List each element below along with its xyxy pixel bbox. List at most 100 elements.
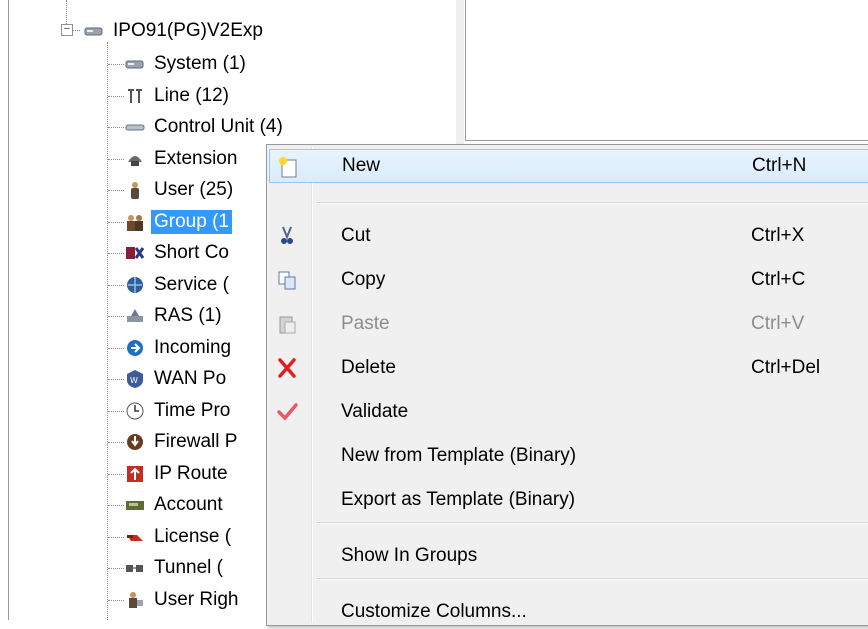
tree-item[interactable]: Group (1 bbox=[125, 207, 232, 237]
incoming-icon bbox=[125, 338, 145, 358]
tree-item[interactable]: System (1) bbox=[125, 49, 249, 79]
tree-branch-line bbox=[108, 284, 124, 286]
tree-branch-line bbox=[108, 253, 124, 254]
group-icon bbox=[125, 212, 145, 232]
menu-item-customize-columns[interactable]: Customize Columns... bbox=[269, 595, 868, 629]
tree-root-branch bbox=[72, 30, 80, 31]
ras-icon bbox=[125, 306, 145, 326]
menu-item-copy[interactable]: Copy Ctrl+C bbox=[269, 263, 868, 297]
menu-item-paste[interactable]: Paste Ctrl+V bbox=[269, 307, 868, 341]
license-icon bbox=[125, 527, 145, 547]
account-icon bbox=[125, 495, 145, 515]
wan-port-icon: W bbox=[125, 369, 145, 389]
menu-item-shortcut: Ctrl+V bbox=[751, 313, 805, 334]
tree-item[interactable]: Firewall P bbox=[125, 427, 240, 457]
menu-item-new[interactable]: New Ctrl+N bbox=[269, 149, 868, 183]
menu-item-export-as-template-binary[interactable]: Export as Template (Binary) bbox=[269, 483, 868, 517]
tree-item-label: Time Pro bbox=[154, 399, 231, 421]
menu-item-delete[interactable]: Delete Ctrl+Del bbox=[269, 351, 868, 385]
tree-root[interactable]: IPO91(PG)V2Exp bbox=[84, 16, 266, 46]
context-menu: New Ctrl+N Cut Ctrl+X Copy Ctrl+C Paste Ctrl+V D… bbox=[266, 144, 868, 626]
tree-item[interactable]: Line (12) bbox=[125, 81, 232, 111]
tree-item[interactable]: Service ( bbox=[125, 270, 232, 300]
tree-item-label: Account bbox=[154, 494, 223, 515]
menu-separator bbox=[315, 202, 868, 204]
tree-item[interactable]: Incoming bbox=[125, 333, 234, 363]
tree-item-label: Incoming bbox=[154, 336, 232, 358]
tree-branch-line bbox=[108, 379, 124, 380]
tree-branch-line bbox=[108, 505, 124, 506]
tree-branch-line bbox=[108, 347, 124, 349]
delete-icon bbox=[275, 357, 299, 379]
menu-item-validate[interactable]: Validate bbox=[269, 395, 868, 429]
tree-item-label: System (1) bbox=[154, 53, 246, 74]
tree-item[interactable]: Extension bbox=[125, 144, 240, 174]
tree-branch-line bbox=[108, 127, 124, 128]
short-code-icon bbox=[125, 243, 145, 263]
tree-item-label: Line (12) bbox=[154, 84, 229, 106]
tree-root-label: IPO91(PG)V2Exp bbox=[113, 20, 263, 41]
user-rights-icon bbox=[125, 590, 145, 610]
svg-text:W: W bbox=[130, 376, 138, 385]
menu-item-label: Paste bbox=[341, 313, 390, 334]
menu-item-shortcut: Ctrl+C bbox=[751, 269, 806, 290]
tree-item-label: License ( bbox=[154, 525, 232, 547]
tree-item-label: Service ( bbox=[154, 273, 229, 295]
tree-item[interactable]: RAS (1) bbox=[125, 301, 225, 331]
tree-item[interactable]: Time Pro bbox=[125, 396, 233, 426]
tree-item-label: RAS (1) bbox=[154, 305, 222, 326]
tree-item[interactable]: W WAN Po bbox=[125, 364, 229, 394]
tree-item[interactable]: Short Co bbox=[125, 238, 232, 268]
system-icon bbox=[84, 21, 104, 41]
tree-collapse-toggle[interactable]: − bbox=[61, 24, 73, 36]
tree-item-label: Extension bbox=[154, 147, 238, 169]
tree-branch-line bbox=[108, 410, 124, 412]
firewall-icon bbox=[125, 432, 145, 452]
menu-item-label: New from Template (Binary) bbox=[341, 445, 577, 466]
system-icon bbox=[125, 54, 145, 74]
tree-item-label: User Righ bbox=[154, 588, 239, 610]
menu-item-label: Delete bbox=[341, 357, 396, 378]
tree-branch-line bbox=[108, 190, 124, 191]
new-icon bbox=[276, 156, 300, 178]
menu-item-show-in-groups[interactable]: Show In Groups bbox=[269, 539, 868, 573]
tree-branch-line bbox=[108, 221, 124, 223]
tree-branch-line bbox=[108, 316, 124, 317]
tree-children-line bbox=[107, 42, 108, 620]
menu-item-shortcut: Ctrl+N bbox=[752, 155, 807, 176]
tree-item-label: IP Route bbox=[154, 462, 228, 484]
tree-item[interactable]: Control Unit (4) bbox=[125, 112, 286, 142]
paste-icon bbox=[275, 313, 299, 335]
tree-branch-line bbox=[108, 64, 124, 65]
tree-item[interactable]: IP Route bbox=[125, 459, 231, 489]
ip-route-icon bbox=[125, 464, 145, 484]
menu-item-cut[interactable]: Cut Ctrl+X bbox=[269, 219, 868, 253]
tree-item-label: Group (1 bbox=[151, 209, 232, 234]
validate-icon bbox=[275, 401, 299, 423]
tree-root-line bbox=[66, 0, 67, 24]
tree-branch-line bbox=[108, 442, 124, 443]
tree-item-label: WAN Po bbox=[154, 368, 227, 389]
menu-item-label: Validate bbox=[341, 401, 409, 422]
tree-branch-line bbox=[108, 599, 124, 601]
menu-item-label: Show In Groups bbox=[341, 545, 478, 566]
menu-separator bbox=[315, 522, 868, 524]
copy-icon bbox=[275, 269, 299, 291]
tree-branch-line bbox=[108, 95, 124, 97]
user-icon bbox=[125, 180, 145, 200]
tree-item-label: Firewall P bbox=[154, 431, 238, 452]
tree-item-label: Short Co bbox=[154, 242, 229, 263]
menu-item-label: Copy bbox=[341, 269, 386, 290]
tunnel-icon bbox=[125, 558, 145, 578]
menu-item-label: Cut bbox=[341, 225, 371, 246]
tree-item[interactable]: Account bbox=[125, 490, 226, 520]
menu-separator bbox=[315, 578, 868, 580]
tree-item[interactable]: User Righ bbox=[125, 585, 241, 615]
menu-item-new-from-template-binary[interactable]: New from Template (Binary) bbox=[269, 439, 868, 473]
tree-branch-line bbox=[108, 473, 124, 475]
tree-item[interactable]: License ( bbox=[125, 522, 234, 552]
control-unit-icon bbox=[125, 117, 145, 137]
tree-branch-line bbox=[108, 568, 124, 569]
tree-item[interactable]: User (25) bbox=[125, 175, 236, 205]
tree-item[interactable]: Tunnel ( bbox=[125, 553, 226, 583]
